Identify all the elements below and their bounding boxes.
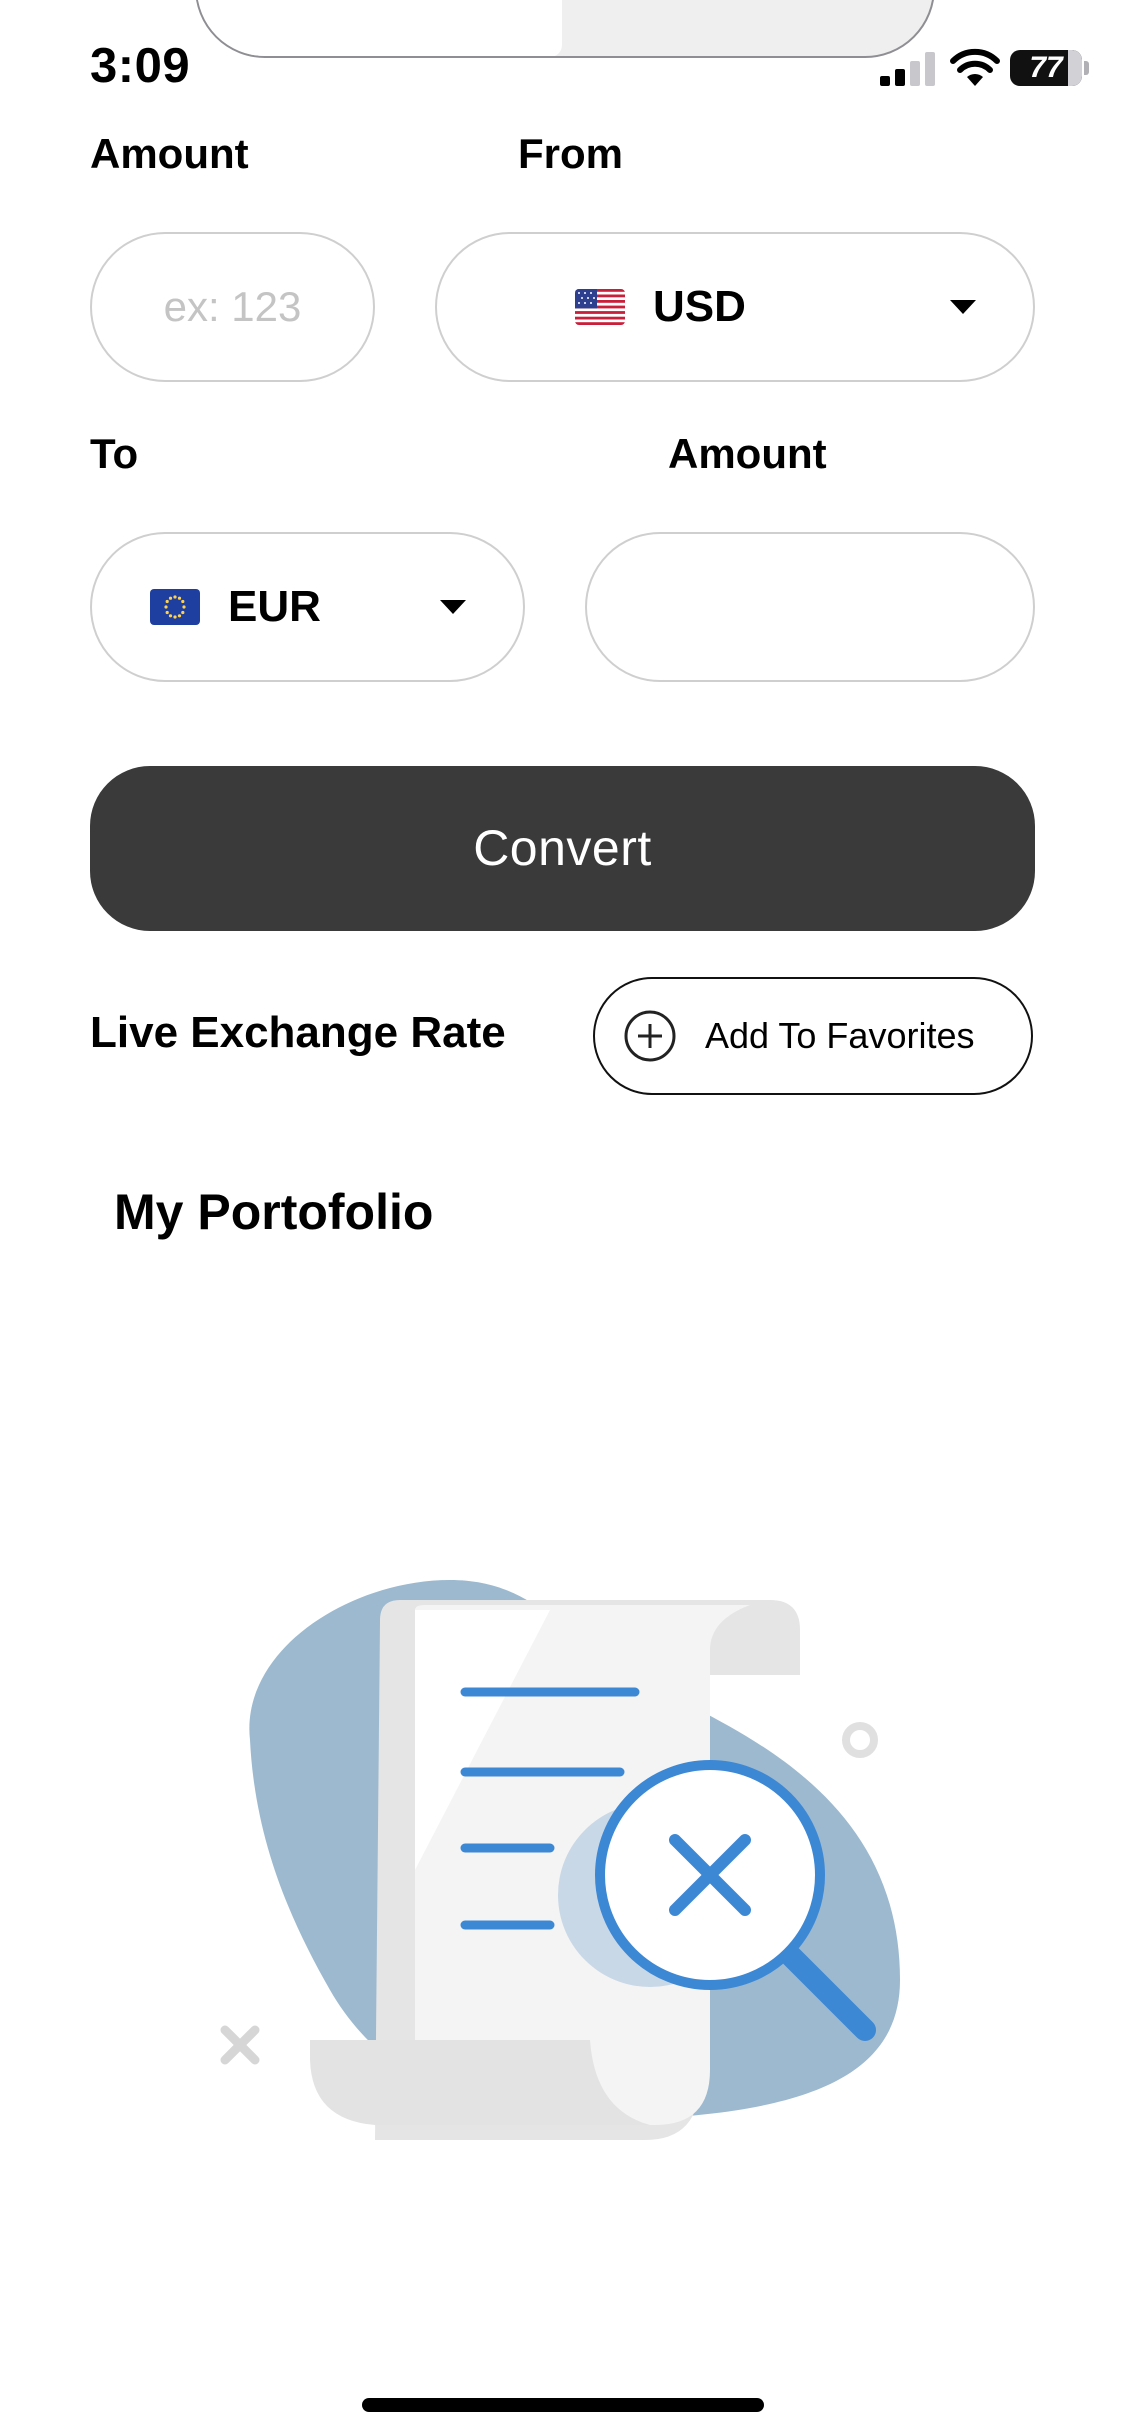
from-currency-select[interactable]: USD [435, 232, 1035, 382]
add-to-favorites-label: Add To Favorites [705, 1015, 975, 1056]
us-flag-icon [575, 289, 625, 325]
no-results-illustration [220, 1580, 901, 2140]
eu-flag-icon [150, 589, 200, 625]
amount-input[interactable] [90, 232, 375, 382]
from-label: From [518, 130, 623, 177]
cellular-signal-icon [880, 52, 935, 86]
from-currency-code: USD [653, 282, 746, 331]
battery-nub [1084, 61, 1089, 75]
wifi-icon [950, 48, 1000, 86]
amount-label: Amount [90, 130, 249, 177]
home-indicator[interactable] [362, 2398, 764, 2412]
convert-button[interactable]: Convert [90, 766, 1035, 931]
portfolio-title: My Portofolio [114, 1184, 434, 1240]
live-exchange-rate-title: Live Exchange Rate [90, 1008, 506, 1057]
add-to-favorites-button[interactable]: Add To Favorites [593, 977, 1033, 1095]
to-label: To [90, 430, 139, 477]
status-time: 3:09 [90, 39, 191, 93]
add-circle-icon [624, 1010, 676, 1062]
converted-amount-field[interactable] [585, 532, 1035, 682]
chevron-down-icon [950, 300, 976, 314]
battery-icon: 77 [1010, 50, 1082, 86]
top-app-pill [195, 0, 935, 58]
to-currency-code: EUR [228, 582, 321, 631]
to-currency-select[interactable]: EUR [90, 532, 525, 682]
converted-amount-label: Amount [668, 430, 827, 477]
battery-level: 77 [1029, 51, 1063, 84]
chevron-down-icon [440, 600, 466, 614]
